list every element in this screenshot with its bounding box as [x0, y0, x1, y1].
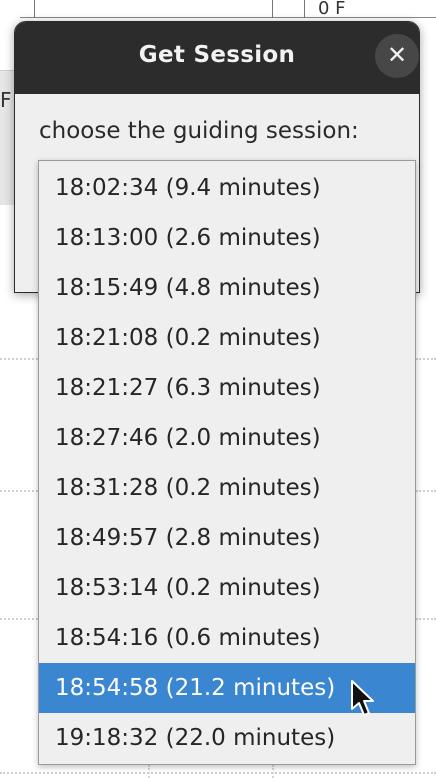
- background-left-fragment: F: [0, 88, 12, 112]
- session-item[interactable]: 19:18:32 (22.0 minutes): [39, 713, 415, 763]
- dialog-titlebar[interactable]: Get Session ✕: [15, 22, 419, 94]
- background-gridline: [0, 358, 38, 360]
- background-gridline: [416, 618, 436, 620]
- background-gridline: [0, 772, 436, 774]
- session-item[interactable]: 18:31:28 (0.2 minutes): [39, 463, 415, 513]
- background-tick: [34, 0, 35, 18]
- background-fragment-text: 0 F: [318, 0, 346, 19]
- background-gridline: [272, 765, 274, 778]
- background-gridline: [416, 490, 436, 492]
- session-item[interactable]: 18:53:14 (0.2 minutes): [39, 563, 415, 613]
- session-item[interactable]: 18:15:49 (4.8 minutes): [39, 263, 415, 313]
- session-item[interactable]: 18:02:34 (9.4 minutes): [39, 163, 415, 213]
- session-item[interactable]: 18:21:27 (6.3 minutes): [39, 363, 415, 413]
- close-button[interactable]: ✕: [375, 34, 419, 78]
- close-icon: ✕: [386, 41, 408, 69]
- background-tick: [304, 0, 305, 18]
- session-item[interactable]: 18:13:00 (2.6 minutes): [39, 213, 415, 263]
- session-item[interactable]: 18:21:08 (0.2 minutes): [39, 313, 415, 363]
- dialog-prompt: choose the guiding session:: [39, 118, 359, 144]
- background-gridline: [416, 358, 436, 360]
- mouse-pointer-icon: [351, 680, 374, 716]
- session-item[interactable]: 18:54:16 (0.6 minutes): [39, 613, 415, 663]
- background-axis-line: [20, 17, 436, 18]
- session-item[interactable]: 18:27:46 (2.0 minutes): [39, 413, 415, 463]
- session-dropdown-list[interactable]: 18:02:34 (9.4 minutes) 18:13:00 (2.6 minu…: [38, 160, 416, 765]
- background-gridline: [0, 490, 38, 492]
- screen: 0 F F Get Session ✕ choose the guiding s…: [0, 0, 436, 778]
- dialog-title: Get Session: [138, 42, 296, 68]
- background-gridline: [148, 765, 150, 778]
- background-gridline: [0, 618, 38, 620]
- session-item[interactable]: 18:49:57 (2.8 minutes): [39, 513, 415, 563]
- background-tick: [272, 0, 273, 18]
